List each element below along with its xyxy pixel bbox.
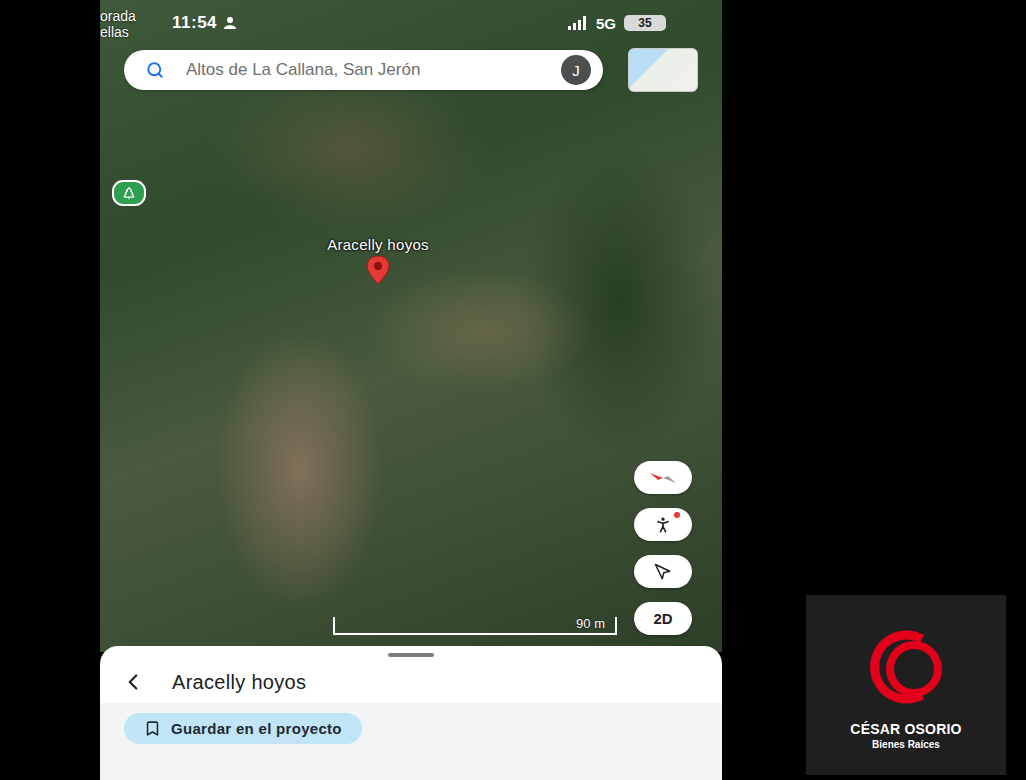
signal-icon — [568, 16, 588, 30]
map-pin-icon[interactable] — [366, 255, 390, 285]
map-labels: oradaellas — [100, 8, 136, 40]
logo-mark-icon — [860, 621, 952, 713]
map-label: orada — [100, 8, 136, 24]
back-icon[interactable] — [120, 669, 146, 695]
network-label: 5G — [596, 15, 616, 32]
search-icon — [146, 61, 164, 79]
map-label: ellas — [100, 24, 136, 40]
watermark-area: CÉSAR OSORIO Bienes Raíces — [722, 0, 1026, 780]
sheet-title: Aracelly hoyos — [172, 671, 306, 694]
place-pin[interactable]: Aracelly hoyos — [278, 236, 478, 285]
person-icon — [223, 16, 237, 30]
search-bar[interactable]: Altos de La Callana, San Jerón J — [124, 50, 603, 90]
compass-icon — [648, 471, 678, 485]
battery-indicator: 35 — [624, 15, 666, 31]
brand-name: CÉSAR OSORIO — [850, 721, 961, 737]
action-strip: Guardar en el proyecto — [100, 703, 722, 780]
brand-tagline: Bienes Raíces — [872, 739, 940, 750]
bottom-sheet: Aracelly hoyos Guardar en el proyecto — [100, 646, 722, 780]
pegman-button[interactable] — [634, 508, 692, 541]
view-mode-label: 2D — [653, 610, 672, 627]
brand-logo: CÉSAR OSORIO Bienes Raíces — [806, 595, 1006, 775]
account-avatar[interactable]: J — [561, 55, 591, 85]
scale-label: 90 m — [576, 617, 605, 630]
locate-icon — [654, 563, 672, 581]
map-controls: 2D — [634, 461, 692, 635]
sheet-header: Aracelly hoyos — [100, 657, 722, 703]
pegman-icon — [653, 515, 673, 535]
satellite-map[interactable]: oradaellas 11:54 5G 35 Altos de La Callana, … — [100, 0, 722, 652]
park-marker[interactable] — [112, 180, 146, 206]
locate-button[interactable] — [634, 555, 692, 588]
status-bar: oradaellas 11:54 5G 35 — [100, 0, 722, 46]
search-text: Altos de La Callana, San Jerón — [186, 60, 539, 80]
status-indicators: 5G 35 — [568, 15, 666, 32]
status-time: 11:54 — [172, 13, 217, 33]
layers-button[interactable] — [628, 48, 698, 92]
compass-button[interactable] — [634, 461, 692, 494]
search-row: Altos de La Callana, San Jerón J — [100, 46, 722, 92]
screen: oradaellas 11:54 5G 35 Altos de La Callana, … — [0, 0, 1026, 780]
text-button[interactable]: 2D — [634, 602, 692, 635]
sheet-handle[interactable] — [388, 653, 434, 657]
save-label: Guardar en el proyecto — [171, 720, 342, 737]
phone-screenshot: oradaellas 11:54 5G 35 Altos de La Callana, … — [100, 0, 722, 780]
badge-dot — [674, 512, 680, 518]
bookmark-icon — [144, 720, 161, 737]
save-to-project-button[interactable]: Guardar en el proyecto — [124, 713, 362, 744]
tree-icon — [122, 186, 136, 200]
scale-bar: 90 m — [333, 617, 617, 635]
pin-label: Aracelly hoyos — [327, 236, 429, 253]
